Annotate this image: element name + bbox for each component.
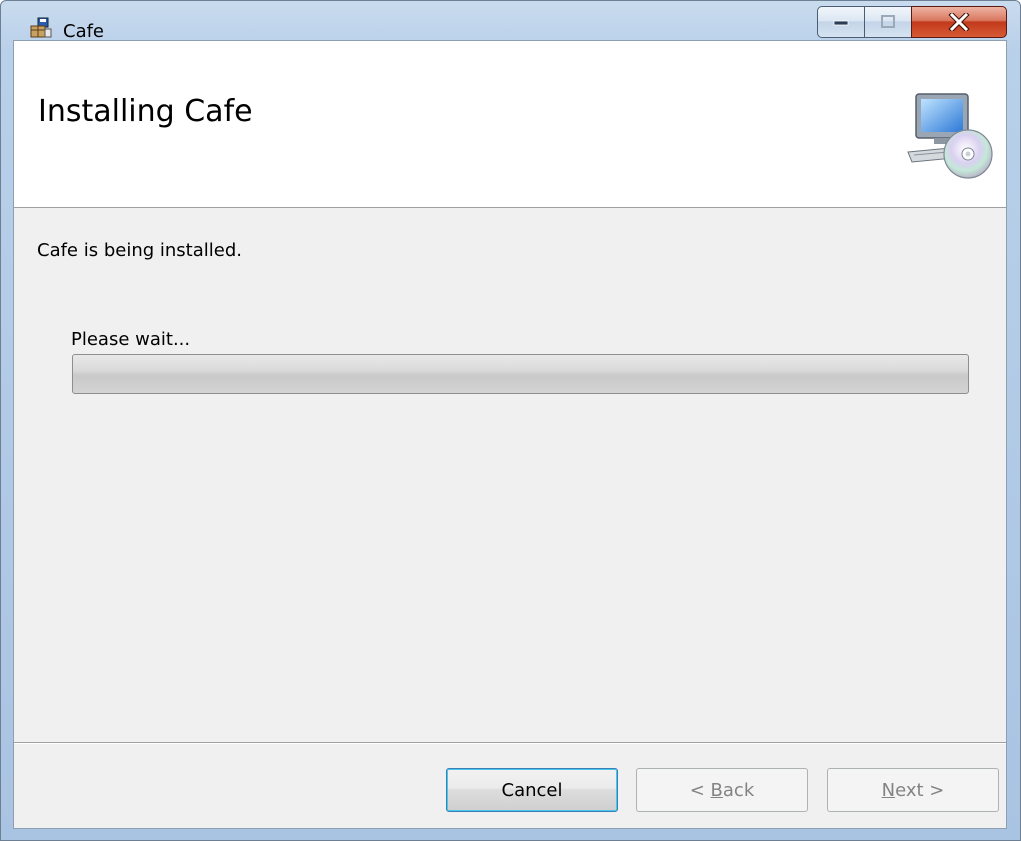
minimize-icon [818,7,864,37]
close-icon [912,7,1006,37]
page-title: Installing Cafe [38,94,253,129]
installer-package-icon[interactable] [29,17,53,39]
cancel-button-label: Cancel [501,779,563,801]
please-wait-label: Please wait... [71,329,191,350]
window-title: Cafe [63,21,105,42]
install-progress-bar [72,354,969,394]
next-button-label: Next > [881,779,945,801]
install-status-text: Cafe is being installed. [37,240,242,261]
maximize-button[interactable] [864,6,912,38]
back-button-label: < Back [689,779,755,801]
installer-window: Cafe Installing Cafe Cafe is being insta… [0,0,1021,841]
dialog-client-area: Installing Cafe Cafe is being installed.… [13,40,1007,829]
minimize-button[interactable] [817,6,865,38]
maximize-icon [865,7,911,37]
close-button[interactable] [911,6,1007,38]
back-button[interactable]: < Back [636,768,808,812]
next-button[interactable]: Next > [827,768,999,812]
footer-separator [14,742,1006,744]
title-bar[interactable]: Cafe [1,1,1020,42]
computer-with-disc-icon [904,92,994,182]
cancel-button[interactable]: Cancel [446,768,618,812]
header-banner: Installing Cafe [14,41,1006,208]
caption-buttons [817,6,1012,40]
